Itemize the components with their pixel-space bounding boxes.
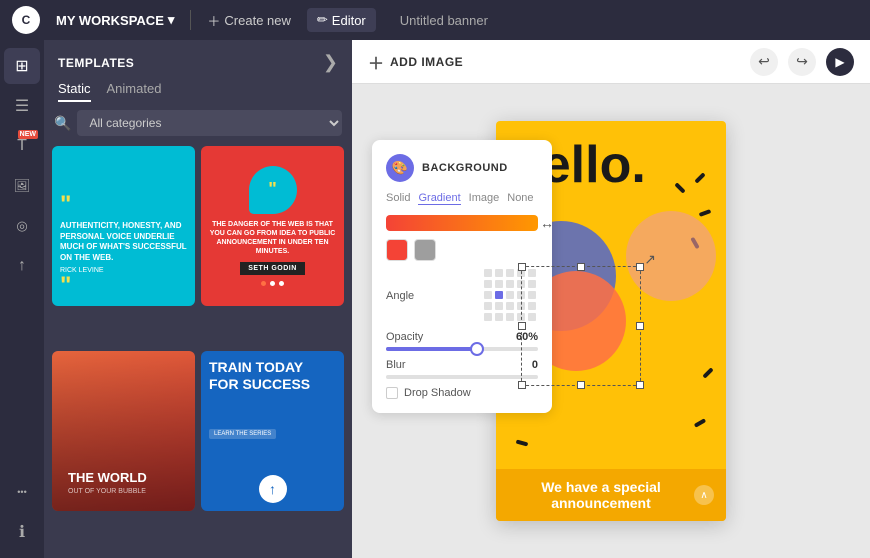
template-card-4[interactable]: TRAIN TODAY FOR SUCCESS LEARN THE SERIES… (201, 351, 344, 511)
gradient-bar[interactable] (386, 215, 538, 231)
drop-shadow-checkbox[interactable] (386, 387, 398, 399)
bg-tab-none[interactable]: None (507, 192, 533, 205)
tab-animated[interactable]: Animated (107, 81, 162, 102)
angle-grid[interactable] (484, 269, 538, 323)
main-area: ⊞ ☰ T NEW 🖼 ◎ ↑ ••• ℹ TEMPLATES ❯ Static… (0, 40, 870, 558)
undo-button[interactable]: ↩ (750, 48, 778, 76)
circle-pink (626, 211, 716, 301)
logo: C (12, 6, 40, 34)
icon-bar: ⊞ ☰ T NEW 🖼 ◎ ↑ ••• ℹ (0, 40, 44, 558)
gradient-arrow-icon: ↔ (540, 215, 554, 231)
topbar-divider (190, 10, 191, 30)
content-toolbar: ＋ ADD IMAGE ↩ ↪ ▶ (352, 40, 870, 84)
templates-grid: " AUTHENTICITY, HONESTY, AND PERSONAL VO… (44, 146, 352, 558)
play-button[interactable]: ▶ (826, 48, 854, 76)
banner-bottom: We have a special announcement ∧ (496, 469, 726, 521)
sidebar-item-templates[interactable]: ⊞ (4, 48, 40, 84)
drop-shadow-row: Drop Shadow (386, 387, 538, 399)
opacity-row: Opacity 60% (386, 331, 538, 343)
bg-tab-image[interactable]: Image (469, 192, 500, 205)
bg-tabs: Solid Gradient Image None (386, 192, 538, 205)
sidebar-item-photos[interactable]: 🖼 (4, 168, 40, 204)
templates-tabs: Static Animated (44, 81, 352, 110)
create-new-button[interactable]: ＋ Create new (207, 11, 291, 30)
banner-chevron-icon: ∧ (694, 485, 714, 505)
angle-row: Angle (386, 269, 538, 323)
sidebar-item-more[interactable]: ••• (4, 474, 40, 510)
workspace-selector[interactable]: MY WORKSPACE ▾ (56, 12, 174, 28)
template-card-3[interactable]: THE WORLD OUT OF YOUR BUBBLE (52, 351, 195, 511)
canvas-area: 🎨 BACKGROUND Solid Gradient Image None ↔ (352, 84, 870, 558)
background-panel-icon: 🎨 (386, 154, 414, 182)
templates-close-button[interactable]: ❯ (323, 52, 338, 73)
templates-title: TEMPLATES (58, 56, 134, 70)
topbar: C MY WORKSPACE ▾ ＋ Create new ✏ Editor U… (0, 0, 870, 40)
sidebar-item-elements[interactable]: ☰ (4, 88, 40, 124)
content-area: ＋ ADD IMAGE ↩ ↪ ▶ 🎨 BACKGROUND Solid Gra… (352, 40, 870, 558)
tab-static[interactable]: Static (58, 81, 91, 102)
add-image-button[interactable]: ＋ ADD IMAGE (368, 50, 463, 74)
blur-slider[interactable] (386, 375, 538, 379)
bg-tab-solid[interactable]: Solid (386, 192, 410, 205)
background-panel: 🎨 BACKGROUND Solid Gradient Image None ↔ (372, 140, 552, 413)
blur-row: Blur 0 (386, 359, 538, 371)
templates-search: 🔍 All categories (44, 110, 352, 146)
template-card-1[interactable]: " AUTHENTICITY, HONESTY, AND PERSONAL VO… (52, 146, 195, 306)
redo-button[interactable]: ↪ (788, 48, 816, 76)
sidebar-item-info[interactable]: ℹ (4, 514, 40, 550)
editor-tab[interactable]: ✏ Editor (307, 8, 376, 32)
sidebar-item-text[interactable]: T NEW (4, 128, 40, 164)
templates-panel: TEMPLATES ❯ Static Animated 🔍 All catego… (44, 40, 352, 558)
new-badge: NEW (18, 130, 38, 139)
opacity-slider[interactable] (386, 347, 538, 351)
templates-header: TEMPLATES ❯ (44, 40, 352, 81)
document-title[interactable]: Untitled banner (400, 13, 488, 28)
category-select[interactable]: All categories (77, 110, 342, 136)
sidebar-item-brand[interactable]: ◎ (4, 208, 40, 244)
banner-announcement-text: We have a special announcement (508, 479, 694, 511)
sidebar-item-upload[interactable]: ↑ (4, 248, 40, 284)
template-card-2[interactable]: " THE DANGER OF THE WEB IS THAT YOU CAN … (201, 146, 344, 306)
bg-tab-gradient[interactable]: Gradient (418, 192, 460, 205)
toolbar-actions: ↩ ↪ ▶ (750, 48, 854, 76)
color-stop-2[interactable] (414, 239, 436, 261)
color-stop-1[interactable] (386, 239, 408, 261)
color-stops (386, 239, 538, 261)
search-icon: 🔍 (54, 115, 71, 132)
